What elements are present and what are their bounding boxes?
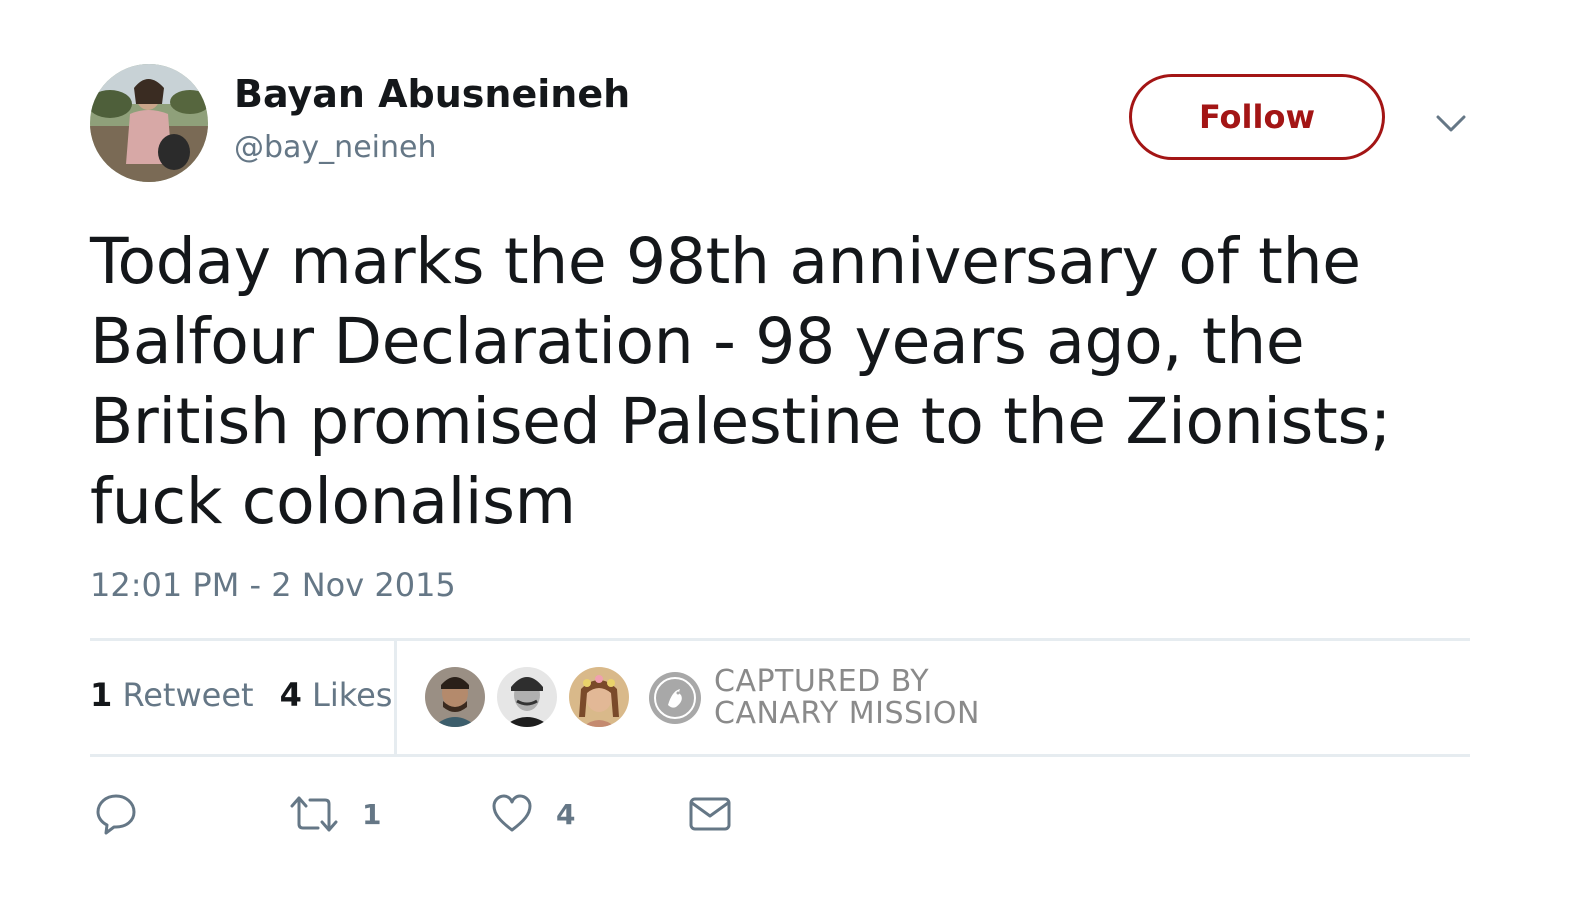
liker-avatar[interactable] — [569, 667, 629, 727]
retweet-stat-count: 1 — [90, 676, 113, 714]
retweet-button[interactable]: 1 — [288, 792, 381, 836]
like-stat-count: 4 — [279, 676, 302, 714]
author-avatar[interactable] — [90, 64, 208, 182]
author-display-name[interactable]: Bayan Abusneineh — [234, 72, 630, 116]
liker-avatar[interactable] — [497, 667, 557, 727]
profile-photo — [90, 64, 208, 182]
stats-divider-bottom — [90, 754, 1470, 757]
watermark-text: CAPTURED BY CANARY MISSION — [714, 666, 980, 730]
stats-divider-vertical — [394, 640, 397, 754]
like-button[interactable]: 4 — [490, 792, 575, 836]
canary-mission-watermark: CAPTURED BY CANARY MISSION — [648, 666, 980, 730]
stats-divider-top — [90, 638, 1470, 641]
heart-icon — [492, 794, 532, 832]
tweet-card: Bayan Abusneineh @bay_neineh Follow Toda… — [0, 0, 1588, 918]
canary-bird-icon — [649, 672, 701, 724]
direct-message-button[interactable] — [688, 792, 732, 836]
watermark-line-1: CAPTURED BY — [714, 664, 930, 699]
more-options-button[interactable] — [1433, 108, 1469, 138]
follow-button[interactable]: Follow — [1129, 74, 1385, 160]
like-stat-label: Likes — [312, 676, 393, 714]
author-handle[interactable]: @bay_neineh — [234, 130, 436, 165]
like-stat[interactable]: 4 Likes — [280, 676, 393, 714]
tweet-timestamp[interactable]: 12:01 PM - 2 Nov 2015 — [90, 566, 456, 604]
tweet-stats: 1 Retweet 4 Likes — [90, 676, 392, 714]
reply-icon — [96, 794, 136, 835]
reply-button[interactable] — [94, 792, 138, 836]
retweet-icon — [290, 796, 338, 832]
envelope-icon — [689, 797, 731, 831]
chevron-down-icon — [1436, 115, 1466, 132]
watermark-line-2: CANARY MISSION — [714, 696, 980, 731]
liker-avatar[interactable] — [425, 667, 485, 727]
liker-avatars — [425, 667, 629, 727]
like-action-count: 4 — [556, 797, 576, 831]
retweet-action-count: 1 — [362, 797, 382, 831]
tweet-text: Today marks the 98th anniversary of the … — [90, 225, 1391, 538]
retweet-stat[interactable]: 1 Retweet — [90, 676, 254, 714]
retweet-stat-label: Retweet — [122, 676, 254, 714]
